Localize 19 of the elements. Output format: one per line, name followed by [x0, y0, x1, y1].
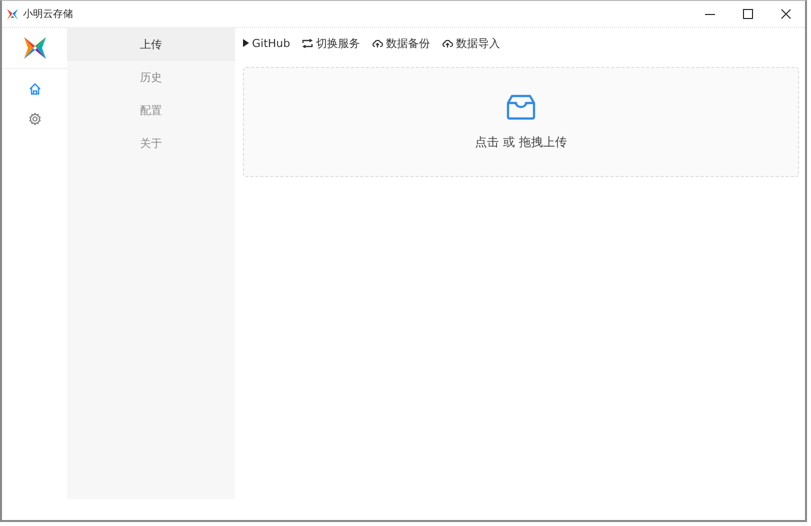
settings-icon — [28, 112, 42, 126]
window-title: 小明云存储 — [23, 8, 73, 21]
dropzone-text: 点击 或 拖拽上传 — [475, 134, 567, 150]
logo-icon — [6, 8, 19, 20]
home-icon — [28, 82, 42, 96]
cloud-upload-icon — [442, 38, 454, 48]
close-icon — [781, 9, 791, 19]
play-icon — [243, 39, 249, 47]
swap-icon — [302, 38, 314, 48]
cloud-upload-icon — [372, 38, 384, 48]
inbox-icon — [506, 94, 536, 120]
maximize-icon — [743, 9, 753, 19]
toolbar-button[interactable]: 数据导入 — [442, 36, 500, 50]
logo-icon — [22, 35, 48, 61]
toolbar-button[interactable]: 切换服务 — [302, 36, 360, 50]
menu-item[interactable]: 上传 — [67, 28, 235, 61]
toolbar-button[interactable]: GitHub — [243, 36, 290, 50]
toolbar-button[interactable]: 数据备份 — [372, 36, 430, 50]
upload-dropzone[interactable]: 点击 或 拖拽上传 — [243, 67, 799, 177]
